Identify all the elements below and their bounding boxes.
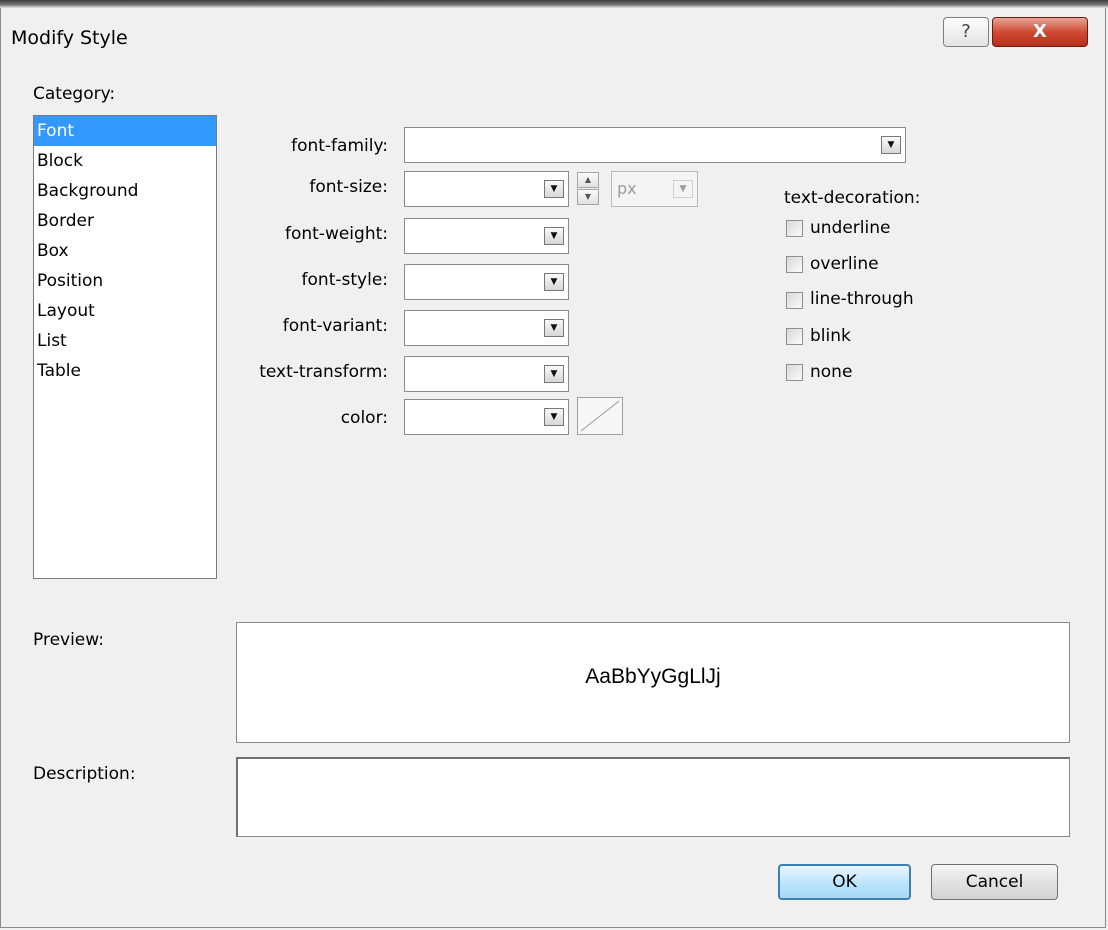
chevron-down-icon[interactable]: ▼ (544, 365, 564, 383)
color-select[interactable]: ▼ (404, 399, 569, 435)
chevron-down-icon[interactable]: ▼ (544, 180, 564, 198)
preview-sample-text: AaBbYyGgLlJj (585, 665, 721, 688)
underline-label: underline (810, 218, 891, 238)
font-size-unit-value: px (617, 179, 637, 198)
font-size-unit-select[interactable]: px ▼ (611, 171, 698, 207)
chevron-down-icon[interactable]: ▼ (544, 273, 564, 291)
window-top-edge (0, 0, 1108, 8)
chevron-down-icon[interactable]: ▼ (544, 227, 564, 245)
color-label: color: (340, 408, 388, 428)
blink-checkbox[interactable] (786, 328, 803, 345)
font-weight-label: font-weight: (284, 224, 388, 244)
font-family-select[interactable]: ▼ (404, 127, 906, 163)
none-label: none (810, 362, 853, 382)
help-button[interactable]: ? (943, 17, 989, 47)
line-through-label: line-through (810, 289, 914, 309)
preview-box: AaBbYyGgLlJj (236, 622, 1070, 743)
chevron-down-icon[interactable]: ▼ (544, 319, 564, 337)
font-style-label: font-style: (301, 270, 388, 290)
font-weight-select[interactable]: ▼ (404, 218, 569, 254)
underline-checkbox[interactable] (786, 220, 803, 237)
ok-button[interactable]: OK (778, 864, 911, 900)
no-color-icon (580, 400, 620, 432)
none-checkbox[interactable] (786, 364, 803, 381)
dialog-title: Modify Style (11, 27, 128, 49)
font-variant-label: font-variant: (282, 316, 388, 336)
text-transform-label: text-transform: (259, 362, 388, 382)
font-size-select[interactable]: ▼ (404, 171, 569, 207)
chevron-down-icon[interactable]: ▼ (881, 136, 901, 154)
text-transform-select[interactable]: ▼ (404, 356, 569, 392)
spin-down-icon[interactable]: ▼ (577, 189, 599, 205)
text-decoration-label: text-decoration: (784, 188, 921, 208)
chevron-down-icon[interactable]: ▼ (544, 408, 564, 426)
overline-label: overline (810, 254, 879, 274)
font-variant-select[interactable]: ▼ (404, 310, 569, 346)
line-through-checkbox[interactable] (786, 292, 803, 309)
font-family-label: font-family: (291, 136, 388, 156)
spin-up-icon[interactable]: ▲ (577, 172, 599, 188)
preview-label: Preview: (33, 630, 104, 650)
cancel-button[interactable]: Cancel (931, 864, 1058, 900)
font-size-label: font-size: (309, 177, 388, 197)
blink-label: blink (810, 326, 851, 346)
description-field[interactable] (236, 757, 1070, 837)
category-label: Category: (33, 84, 116, 104)
chevron-down-icon[interactable]: ▼ (673, 180, 693, 198)
overline-checkbox[interactable] (786, 256, 803, 273)
color-picker-button[interactable] (577, 397, 623, 435)
close-button[interactable]: X (992, 17, 1088, 47)
description-label: Description: (33, 764, 136, 784)
font-style-select[interactable]: ▼ (404, 264, 569, 300)
